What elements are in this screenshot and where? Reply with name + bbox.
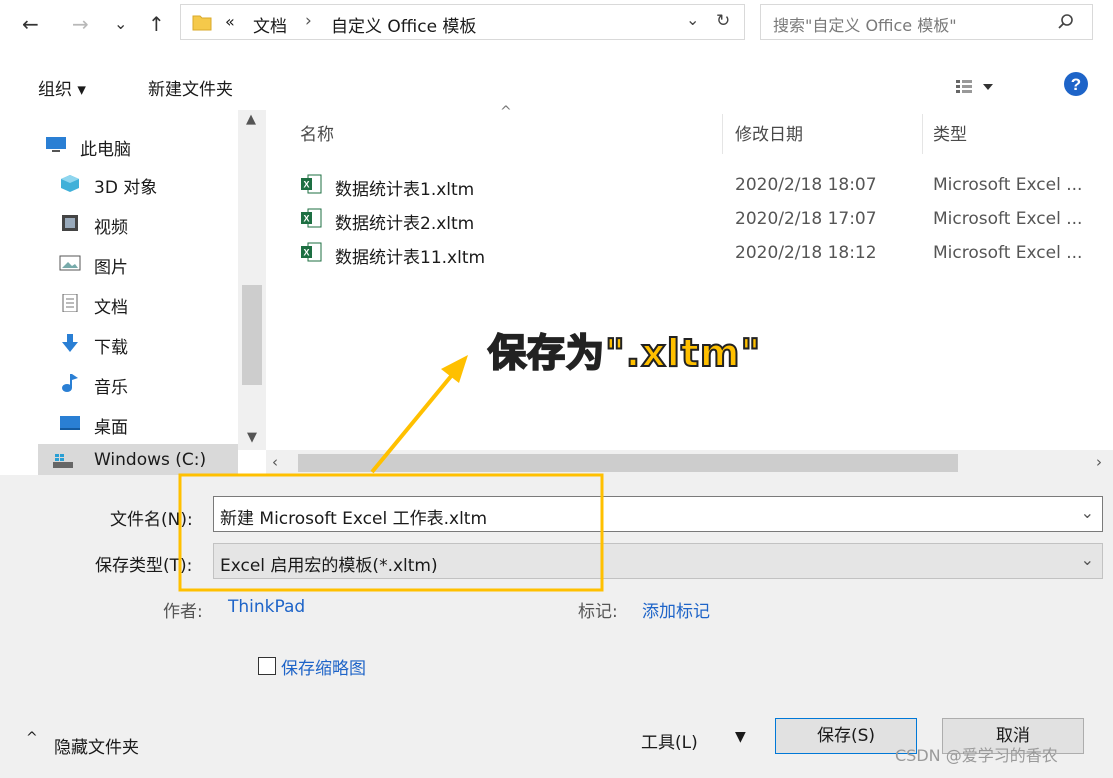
hide-folders-button[interactable]: 隐藏文件夹 xyxy=(54,733,139,758)
folder-icon xyxy=(192,15,212,31)
sidebar-item-label: 桌面 xyxy=(94,418,128,438)
svg-text:X: X xyxy=(303,248,309,258)
sidebar-item-label: 3D 对象 xyxy=(94,178,158,198)
save-thumbnail-label[interactable]: 保存缩略图 xyxy=(281,654,366,679)
back-button[interactable]: ← xyxy=(22,12,39,36)
tools-button[interactable]: 工具(L) xyxy=(641,728,698,753)
sidebar-item-label: 视频 xyxy=(94,218,128,238)
filename-field[interactable]: 新建 Microsoft Excel 工作表.xltm ⌄ xyxy=(213,496,1103,532)
sidebar-item-label: 图片 xyxy=(94,258,128,278)
file-type: Microsoft Excel ... xyxy=(933,209,1083,229)
desktop-icon xyxy=(60,416,80,430)
address-dropdown-icon[interactable]: ⌄ xyxy=(686,10,699,29)
chevron-down-icon[interactable]: ⌄ xyxy=(1081,550,1094,569)
organize-button[interactable]: 组织 ▾ xyxy=(38,75,86,100)
up-button[interactable]: ↑ xyxy=(148,12,165,36)
sort-indicator-icon: ^ xyxy=(500,104,512,120)
sidebar-item-desktop[interactable]: 桌面 xyxy=(52,406,247,442)
breadcrumb-custom-templates[interactable]: 自定义 Office 模板 xyxy=(331,12,476,37)
cube-icon xyxy=(61,175,79,192)
recent-locations-button[interactable]: ⌄ xyxy=(114,12,127,36)
address-overflow[interactable]: « xyxy=(225,12,235,31)
sidebar-item-label: 文档 xyxy=(94,298,128,318)
annotation-arrow-head xyxy=(441,355,468,383)
file-type: Microsoft Excel ... xyxy=(933,175,1083,195)
download-icon xyxy=(62,334,78,352)
scroll-up-arrow-icon[interactable]: ▲ xyxy=(246,112,256,127)
sidebar-item-label: 下载 xyxy=(94,338,128,358)
file-list-horizontal-scrollbar[interactable]: ‹ › xyxy=(266,450,1113,476)
view-options-icon[interactable] xyxy=(955,78,995,96)
chevron-up-icon[interactable]: ^ xyxy=(26,730,38,746)
filename-label: 文件名(N): xyxy=(110,510,193,530)
file-name[interactable]: 数据统计表11.xltm xyxy=(335,243,485,268)
svg-text:X: X xyxy=(303,214,309,224)
forward-button[interactable]: → xyxy=(72,12,89,36)
scroll-down-arrow-icon[interactable]: ▼ xyxy=(247,430,257,445)
horizontal-scroll-thumb[interactable] xyxy=(298,454,958,472)
sidebar-item-label: 此电脑 xyxy=(80,140,131,160)
video-icon xyxy=(62,215,78,231)
excel-template-icon: X xyxy=(301,242,322,262)
excel-template-icon: X xyxy=(301,208,322,228)
address-bar[interactable]: « 文档 › 自定义 Office 模板 ⌄ ↻ xyxy=(180,4,745,40)
svg-text:?: ? xyxy=(1071,75,1081,94)
search-icon[interactable] xyxy=(1057,13,1075,31)
filename-input[interactable]: 新建 Microsoft Excel 工作表.xltm xyxy=(220,504,487,529)
new-folder-button[interactable]: 新建文件夹 xyxy=(148,75,233,100)
column-header-type[interactable]: 类型 xyxy=(933,120,967,145)
sidebar-item-3d-objects[interactable]: 3D 对象 xyxy=(52,166,247,202)
filetype-value: Excel 启用宏的模板(*.xltm) xyxy=(220,556,438,576)
computer-icon xyxy=(46,137,66,152)
sidebar-scroll-thumb[interactable] xyxy=(242,285,262,385)
help-icon[interactable]: ? xyxy=(1063,71,1089,97)
excel-template-icon: X xyxy=(301,174,322,194)
sidebar-item-downloads[interactable]: 下载 xyxy=(52,326,247,362)
tags-label: 标记: xyxy=(578,602,618,622)
add-tags-link[interactable]: 添加标记 xyxy=(642,597,710,622)
sidebar-item-this-pc[interactable]: 此电脑 xyxy=(38,128,233,164)
annotation-label: 保存为".xltm" xyxy=(487,330,762,376)
scroll-left-arrow-icon[interactable]: ‹ xyxy=(272,453,278,471)
picture-icon xyxy=(59,255,81,271)
music-icon xyxy=(62,374,78,392)
search-box[interactable]: 搜索"自定义 Office 模板" xyxy=(760,4,1093,40)
sidebar-scrollbar[interactable]: ▲ ▼ xyxy=(238,110,266,450)
file-date: 2020/2/18 18:07 xyxy=(735,175,877,195)
file-date: 2020/2/18 18:12 xyxy=(735,243,877,263)
svg-text:X: X xyxy=(303,180,309,190)
drive-icon xyxy=(53,454,73,468)
save-thumbnail-checkbox[interactable] xyxy=(258,657,276,675)
author-label: 作者: xyxy=(163,602,203,622)
sidebar-item-windows-c[interactable]: Windows (C:) xyxy=(38,444,238,478)
sidebar-item-label: Windows (C:) xyxy=(94,450,207,470)
breadcrumb-documents[interactable]: 文档 xyxy=(253,12,287,37)
sidebar-item-videos[interactable]: 视频 xyxy=(52,206,247,242)
scroll-right-arrow-icon[interactable]: › xyxy=(1096,453,1102,471)
sidebar-item-music[interactable]: 音乐 xyxy=(52,366,247,402)
filetype-label: 保存类型(T): xyxy=(95,556,193,576)
column-header-date[interactable]: 修改日期 xyxy=(735,120,803,145)
search-input[interactable]: 搜索"自定义 Office 模板" xyxy=(773,12,957,36)
breadcrumb-separator[interactable]: › xyxy=(305,11,312,31)
column-header-name[interactable]: 名称 xyxy=(300,120,334,145)
file-name[interactable]: 数据统计表1.xltm xyxy=(335,175,474,200)
filetype-select[interactable]: Excel 启用宏的模板(*.xltm) ⌄ xyxy=(213,543,1103,579)
file-type: Microsoft Excel ... xyxy=(933,243,1083,263)
file-date: 2020/2/18 17:07 xyxy=(735,209,877,229)
sidebar-item-documents[interactable]: 文档 xyxy=(52,286,247,322)
file-name[interactable]: 数据统计表2.xltm xyxy=(335,209,474,234)
refresh-icon[interactable]: ↻ xyxy=(716,11,730,31)
tools-dropdown-icon[interactable]: ▼ xyxy=(735,729,746,745)
sidebar-item-label: 音乐 xyxy=(94,378,128,398)
chevron-down-icon[interactable]: ⌄ xyxy=(1081,503,1094,522)
sidebar-item-pictures[interactable]: 图片 xyxy=(52,246,247,282)
watermark: CSDN @爱学习的香农 xyxy=(895,746,1058,765)
author-value[interactable]: ThinkPad xyxy=(228,597,305,617)
document-icon xyxy=(62,294,78,312)
